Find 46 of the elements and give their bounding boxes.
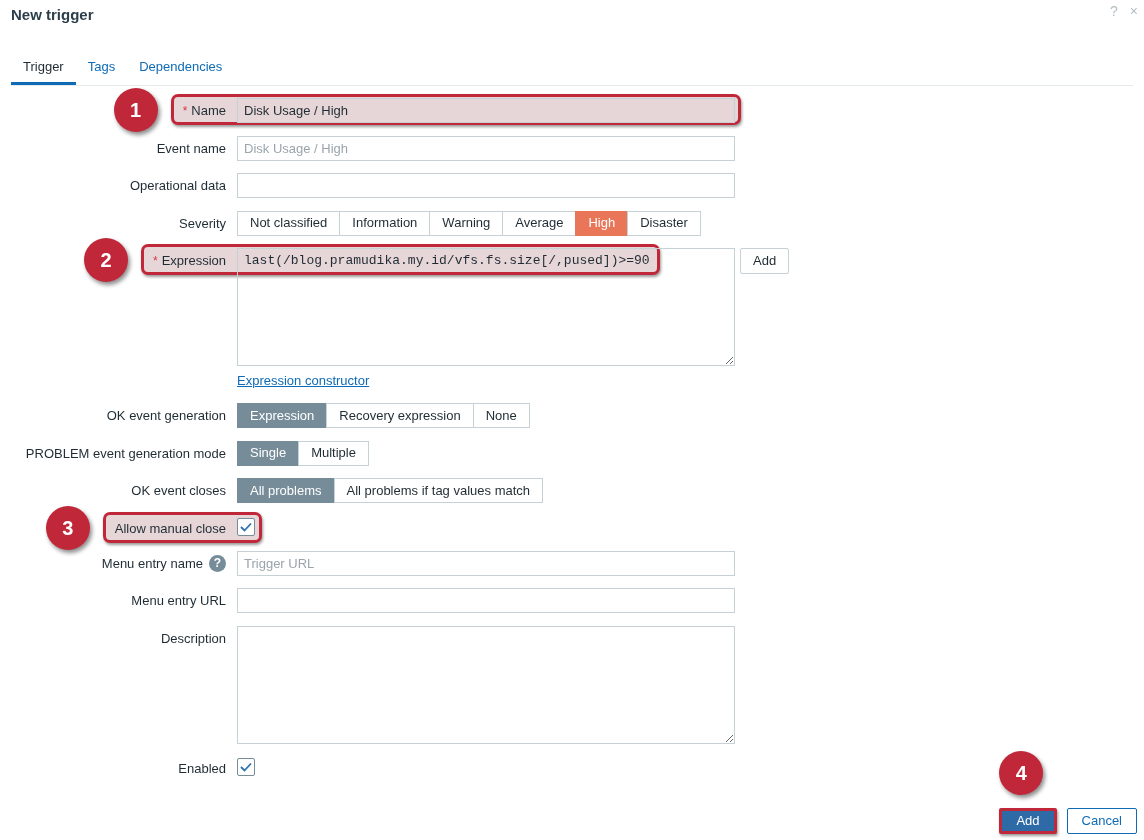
dialog-title: New trigger [11,5,94,25]
segment-option[interactable]: Information [339,210,431,236]
text-field[interactable] [237,173,735,198]
segment-option[interactable]: Multiple [298,440,369,466]
field-label: Expression [161,252,226,270]
segment-option[interactable]: Not classified [237,210,341,236]
textarea-field[interactable]: last(/blog.pramudika.my.id/vfs.fs.size[/,pused])>=90 [237,248,735,366]
tab[interactable]: Tags [75,56,128,85]
field-label: OK event closes [131,482,226,500]
check-icon [240,762,252,772]
field-label: Name [191,102,226,120]
text-field[interactable]: Trigger URL [237,550,735,576]
cancel-button[interactable]: Cancel [1066,808,1137,834]
segment-option[interactable]: Recovery expression [326,403,474,428]
add-expression-button[interactable]: Add [740,248,790,274]
text-field[interactable]: Disk Usage / High [237,98,735,123]
step-badge: 1 [113,88,158,132]
checkbox[interactable] [237,758,255,776]
add-button[interactable]: Add [999,808,1057,834]
segment-option[interactable]: Average [502,210,577,236]
step-badge: 4 [999,751,1044,795]
field-label: Operational data [129,177,226,195]
textarea-field[interactable] [237,625,735,744]
step-badge: 3 [45,505,90,550]
text-field[interactable]: Disk Usage / High [237,135,735,161]
field-label: Allow manual close [114,519,226,538]
expression-constructor-link[interactable]: Expression constructor [237,371,370,391]
tab[interactable]: Dependencies [127,56,235,85]
field-label: Description [160,629,226,648]
field-label: PROBLEM event generation mode [25,444,226,463]
field-label: Menu entry name [101,554,203,573]
check-icon [240,521,252,532]
field-label: Menu entry URL [131,592,226,610]
tab[interactable]: Trigger [11,56,76,85]
required-mark: * [153,252,158,270]
field-label: Event name [156,139,226,158]
field-label: Severity [179,214,226,233]
text-field[interactable] [237,588,735,613]
segment-option[interactable]: Warning [429,210,504,236]
segment-option[interactable]: None [472,403,530,428]
field-label: OK event generation [106,407,226,425]
step-badge: 2 [84,238,128,282]
field-label: Enabled [178,760,226,778]
segment-option[interactable]: All problems if tag values match [333,478,544,503]
segment-option[interactable]: Disaster [627,210,701,236]
required-mark: * [182,102,188,120]
